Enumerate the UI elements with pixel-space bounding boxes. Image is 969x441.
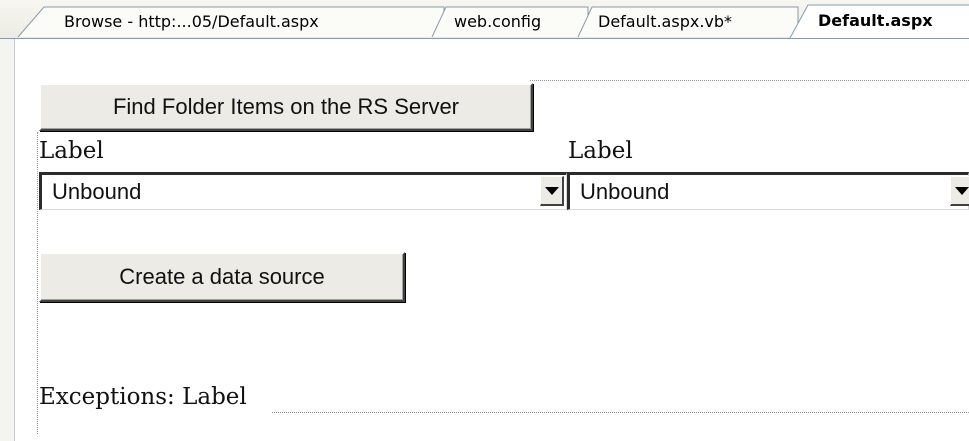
tab-label: Default.aspx.vb* [598, 12, 733, 31]
label-left: Label [39, 138, 104, 164]
dropdown-right-value: Unbound [580, 179, 670, 204]
chevron-down-icon[interactable] [950, 176, 969, 206]
container-guide-bottom [272, 412, 969, 413]
tab-default-aspx-vb[interactable]: Default.aspx.vb* [577, 6, 800, 38]
chevron-down-icon[interactable] [540, 176, 564, 206]
tab-default-aspx[interactable]: Default.aspx [789, 4, 969, 38]
tab-label: Default.aspx [818, 11, 933, 30]
design-surface-margin [0, 39, 15, 441]
tab-browse-default[interactable]: Browse - http:...05/Default.aspx [17, 6, 446, 38]
tab-label: web.config [454, 12, 542, 31]
find-folder-items-button[interactable]: Find Folder Items on the RS Server [39, 83, 533, 131]
dropdown-left[interactable]: Unbound [39, 172, 567, 210]
tab-label: Browse - http:...05/Default.aspx [64, 12, 319, 31]
container-guide-vertical [37, 132, 38, 434]
label-right: Label [568, 138, 633, 164]
dropdown-right[interactable]: Unbound [567, 172, 969, 210]
exceptions-label: Exceptions: Label [39, 384, 247, 410]
dropdown-left-value: Unbound [52, 179, 142, 204]
create-data-source-button[interactable]: Create a data source [39, 252, 405, 302]
tab-web-config[interactable]: web.config [431, 6, 590, 38]
document-tab-strip: Browse - http:...05/Default.aspx web.con… [0, 0, 969, 39]
container-guide-top [530, 80, 969, 81]
